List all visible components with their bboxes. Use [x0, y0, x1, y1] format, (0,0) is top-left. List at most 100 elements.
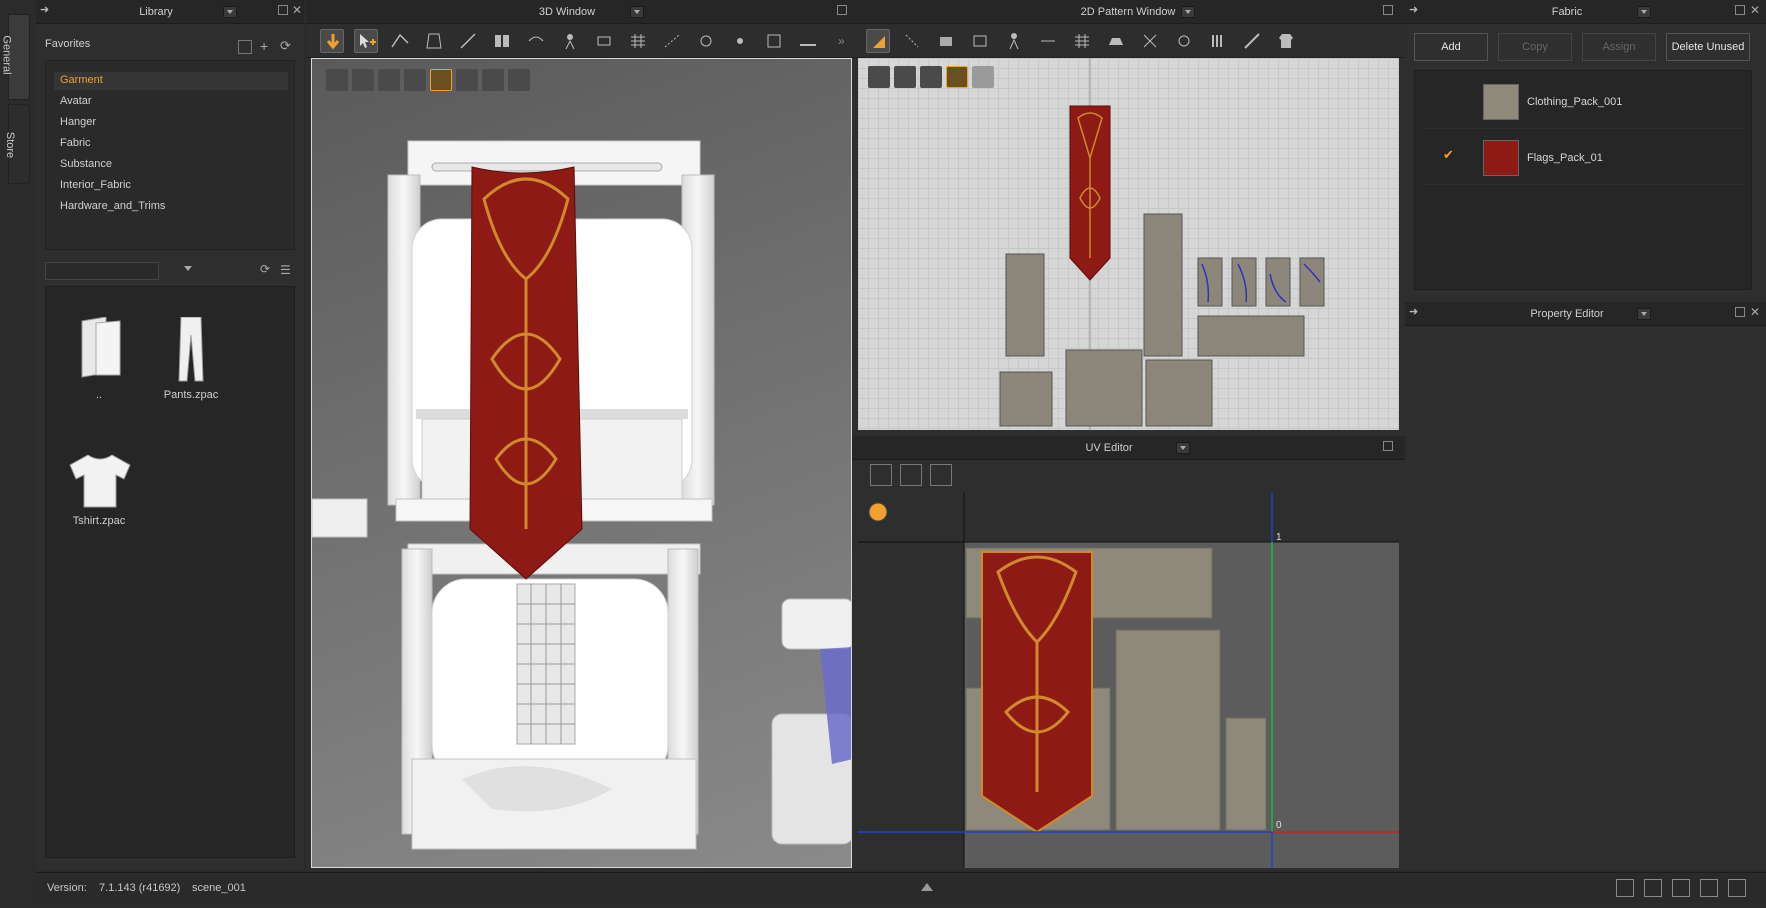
property-editor-menu-dropdown[interactable]: [1637, 308, 1651, 320]
uv-editor-menu-dropdown[interactable]: [1176, 442, 1190, 454]
undock-icon[interactable]: [278, 5, 288, 15]
favorite-item-avatar[interactable]: Avatar: [60, 95, 92, 113]
library-search-input[interactable]: [45, 262, 159, 280]
fabric-item-clothing-pack[interactable]: Clothing_Pack_001: [1425, 75, 1743, 129]
favorite-item-hardware-and-trims[interactable]: Hardware_and_Trims: [60, 200, 165, 218]
tool-button-11[interactable]: [660, 29, 684, 53]
file-label-parent: ..: [95, 389, 103, 401]
tool-button-4[interactable]: [422, 29, 446, 53]
tab-store[interactable]: Store: [4, 104, 30, 184]
edit-point-button[interactable]: [900, 29, 924, 53]
file-item-parent[interactable]: ..: [54, 317, 144, 417]
scene-name: scene_001: [192, 882, 246, 894]
avatar-icon: [1009, 33, 1019, 50]
property-dock-arrow-icon[interactable]: ➜: [1409, 305, 1418, 318]
download-icon[interactable]: [238, 40, 252, 54]
fabric-menu-dropdown[interactable]: [1637, 6, 1651, 18]
2d-tool-button-9[interactable]: [1138, 29, 1162, 53]
2d-tool-button-7[interactable]: [1070, 29, 1094, 53]
library-menu-dropdown[interactable]: [223, 6, 237, 18]
favorite-item-fabric[interactable]: Fabric: [60, 137, 91, 155]
favorite-item-garment[interactable]: Garment: [60, 74, 103, 92]
tool-button-6[interactable]: [490, 29, 514, 53]
file-item-pants[interactable]: Pants.zpac: [146, 317, 236, 417]
add-favorite-icon[interactable]: +: [260, 38, 268, 54]
toolbar-overflow-icon[interactable]: »: [838, 34, 845, 48]
topstitch-icon: [664, 34, 680, 48]
tool-button-15[interactable]: [796, 29, 820, 53]
select-move-icon: [360, 34, 376, 48]
simulate-arrow-icon: [326, 34, 340, 50]
tshirt-icon: [69, 454, 131, 508]
2d-tool-button-11[interactable]: [1206, 29, 1230, 53]
2d-tool-button-6[interactable]: [1036, 29, 1060, 53]
property-editor-close-icon[interactable]: ✕: [1750, 305, 1760, 319]
layout-four-icon[interactable]: [1700, 879, 1718, 897]
window-3d-undock-icon[interactable]: [837, 5, 847, 15]
tool-button-12[interactable]: [694, 29, 718, 53]
add-fabric-button[interactable]: Add: [1414, 33, 1488, 61]
2d-tool-button-5[interactable]: [1002, 29, 1026, 53]
tab-general[interactable]: General: [1, 14, 30, 100]
expand-up-icon[interactable]: [921, 883, 933, 891]
file-label-tshirt: Tshirt.zpac: [72, 515, 126, 527]
layout-custom-icon[interactable]: [1728, 879, 1746, 897]
window-2d-undock-icon[interactable]: [1383, 5, 1393, 15]
tool-button-5[interactable]: [456, 29, 480, 53]
delete-unused-button[interactable]: Delete Unused: [1666, 33, 1750, 61]
tool-button-14[interactable]: [762, 29, 786, 53]
window-3d-menu-dropdown[interactable]: [630, 6, 644, 18]
layout-three-icon[interactable]: [1672, 879, 1690, 897]
refresh-icon[interactable]: ⟳: [280, 38, 291, 54]
edit-point-icon: [905, 34, 919, 48]
viewport-3d[interactable]: [311, 58, 852, 868]
simulation-tool-button[interactable]: [320, 29, 344, 53]
viewport-2d-pattern[interactable]: [858, 58, 1399, 430]
tool-button-3[interactable]: [388, 29, 412, 53]
window-2d-toolbar: [852, 24, 1405, 58]
close-icon[interactable]: ✕: [292, 3, 302, 17]
dock-arrow-icon[interactable]: ➜: [40, 3, 49, 16]
tool-button-7[interactable]: [524, 29, 548, 53]
tool-button-9[interactable]: [592, 29, 616, 53]
uv-fit-icon[interactable]: [900, 464, 922, 486]
uv-editor-undock-icon[interactable]: [1383, 441, 1393, 451]
favorites-list: Garment Avatar Hanger Fabric Substance I…: [45, 60, 295, 250]
list-view-icon[interactable]: ☰: [280, 263, 291, 277]
uv-viewport[interactable]: 1 0: [858, 492, 1399, 868]
fabric-close-icon[interactable]: ✕: [1750, 3, 1760, 17]
window-2d-menu-dropdown[interactable]: [1181, 6, 1195, 18]
assign-fabric-button[interactable]: Assign: [1582, 33, 1656, 61]
internal-polygon-button[interactable]: [968, 29, 992, 53]
favorite-item-substance[interactable]: Substance: [60, 158, 112, 176]
tool-button-10[interactable]: [626, 29, 650, 53]
shirt-icon: [1279, 34, 1293, 48]
transform-pattern-button[interactable]: [866, 29, 890, 53]
uv-transform-icon[interactable]: [870, 464, 892, 486]
copy-fabric-button[interactable]: Copy: [1498, 33, 1572, 61]
version-label: Version:: [47, 882, 87, 894]
uv-toolbar: [870, 464, 952, 486]
layout-single-icon[interactable]: [1616, 879, 1634, 897]
favorite-item-hanger[interactable]: Hanger: [60, 116, 96, 134]
fabric-item-flags-pack[interactable]: ✔ Flags_Pack_01: [1425, 131, 1743, 185]
2d-tool-button-8[interactable]: [1104, 29, 1128, 53]
property-editor-undock-icon[interactable]: [1735, 307, 1745, 317]
2d-tool-button-10[interactable]: [1172, 29, 1196, 53]
rectangle-tool-button[interactable]: [934, 29, 958, 53]
fabric-dock-arrow-icon[interactable]: ➜: [1409, 3, 1418, 16]
tool-button-8[interactable]: [558, 29, 582, 53]
file-item-tshirt[interactable]: Tshirt.zpac: [54, 453, 144, 553]
tool-button-13[interactable]: [728, 29, 752, 53]
2d-tool-button-12[interactable]: [1240, 29, 1264, 53]
favorite-item-interior-fabric[interactable]: Interior_Fabric: [60, 179, 131, 197]
select-move-tool-button[interactable]: [354, 29, 378, 53]
uv-editor-titlebar: UV Editor: [852, 436, 1405, 460]
library-refresh-icon[interactable]: ⟳: [260, 262, 270, 276]
search-filter-dropdown[interactable]: [184, 266, 192, 271]
2d-tool-button-13[interactable]: [1274, 29, 1298, 53]
fabric-undock-icon[interactable]: [1735, 5, 1745, 15]
layout-two-icon[interactable]: [1644, 879, 1662, 897]
folder-icon: [81, 317, 121, 378]
uv-scale-icon[interactable]: [930, 464, 952, 486]
